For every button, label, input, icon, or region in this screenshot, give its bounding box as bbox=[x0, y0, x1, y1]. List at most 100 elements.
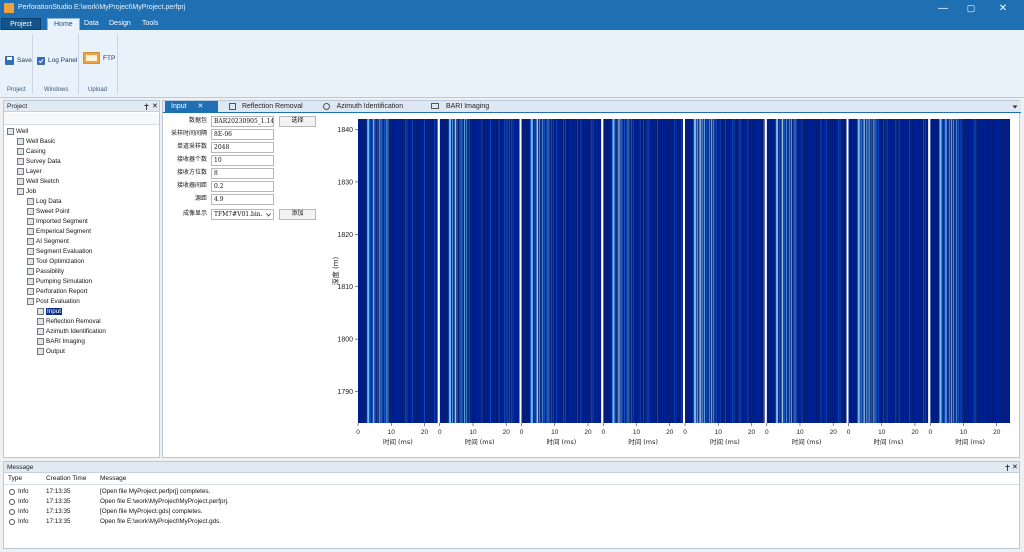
tree-item-output[interactable]: Output bbox=[7, 347, 159, 357]
heatmap-streak bbox=[371, 119, 373, 423]
tab-azimuth-identification[interactable]: Azimuth Identification bbox=[317, 101, 409, 113]
tree-item-sweet-point[interactable]: Sweet Point bbox=[7, 207, 159, 217]
close-button[interactable]: ✕ bbox=[990, 2, 1016, 15]
tree-item-ai-segment[interactable]: AI Segment bbox=[7, 237, 159, 247]
heatmap-streak bbox=[663, 119, 665, 423]
source-distance-input[interactable]: 4.9 bbox=[211, 194, 274, 205]
heatmap-streak bbox=[997, 119, 999, 423]
heatmap-ridge bbox=[612, 119, 615, 423]
heatmap-streak bbox=[650, 119, 652, 423]
message-message: Open file E:\work\MyProject\MyProject.pe… bbox=[100, 498, 229, 505]
heatmap-streak bbox=[375, 119, 377, 423]
x-axis-label: 时间 (ms) bbox=[465, 437, 495, 446]
heatmap-streak bbox=[484, 119, 486, 423]
tree-item-tool-optimization[interactable]: Tool Optimization bbox=[7, 257, 159, 267]
tree-item-bari-imaging[interactable]: BARI Imaging bbox=[7, 337, 159, 347]
heatmap-streak bbox=[617, 119, 619, 423]
tree-item-perforation-report[interactable]: Perforation Report bbox=[7, 287, 159, 297]
message-row[interactable]: Info 17:13:35 Open file E:\work\MyProject\… bbox=[6, 517, 1016, 527]
tab-input[interactable]: Input ✕ bbox=[165, 101, 218, 113]
x-tick-label: 0 bbox=[356, 429, 360, 436]
heatmap-ridge bbox=[699, 119, 702, 423]
log-panel-toggle[interactable]: Log Panel bbox=[37, 55, 77, 66]
tree-item-reflection-removal[interactable]: Reflection Removal bbox=[7, 317, 159, 327]
sample-interval-input[interactable]: 8E-06 bbox=[211, 129, 274, 140]
message-row[interactable]: Info 17:13:35 [Open file MyProject.gds] co… bbox=[6, 507, 1016, 517]
tree-item-emperical-segment[interactable]: Emperical Segment bbox=[7, 227, 159, 237]
message-row[interactable]: Info 17:13:35 [Open file MyProject.perfprj… bbox=[6, 487, 1016, 497]
ftp-button[interactable]: FTP bbox=[83, 52, 115, 65]
heatmap-streak bbox=[490, 119, 491, 423]
minimize-button[interactable]: — bbox=[930, 2, 956, 15]
heatmap-streak bbox=[533, 119, 535, 423]
imaging-display-select[interactable]: TFM7#V01.bin. bbox=[211, 209, 274, 220]
tree-item-well[interactable]: Well bbox=[7, 127, 159, 137]
tree-item-input[interactable]: Input bbox=[7, 307, 159, 317]
tree-item-casing[interactable]: Casing bbox=[7, 147, 159, 157]
heatmap-streak bbox=[545, 119, 547, 423]
menu-bar: Project Home Data Design Tools bbox=[0, 17, 1024, 30]
tab-input-close-icon[interactable]: ✕ bbox=[198, 103, 204, 110]
tree-item-segment-evaluation[interactable]: Segment Evaluation bbox=[7, 247, 159, 257]
azimuth-count-input[interactable]: 8 bbox=[211, 168, 274, 179]
heatmap-streak bbox=[423, 119, 425, 423]
data-package-input[interactable]: BAR20230905_1.14f bbox=[211, 116, 274, 127]
x-tick-label: 20 bbox=[993, 429, 1001, 436]
tree-item-post-evaluation[interactable]: Post Evaluation bbox=[7, 297, 159, 307]
select-button[interactable]: 选择 bbox=[279, 116, 316, 127]
project-panel-close-button[interactable]: ✕ bbox=[152, 101, 158, 112]
x-tick-label: 0 bbox=[601, 429, 605, 436]
heatmap-streak bbox=[975, 119, 977, 423]
tab-reflection-removal[interactable]: Reflection Removal bbox=[223, 101, 309, 113]
heatmap-streak bbox=[888, 119, 890, 423]
tree-item-well-basic[interactable]: Well Basic bbox=[7, 137, 159, 147]
tree-item-job[interactable]: Job bbox=[7, 187, 159, 197]
menu-data[interactable]: Data bbox=[78, 18, 105, 30]
heatmap-streak bbox=[554, 119, 556, 423]
tree-item-log-data[interactable]: Log Data bbox=[7, 197, 159, 207]
tree-item-well-sketch[interactable]: Well Sketch bbox=[7, 177, 159, 187]
tree-item-passibility[interactable]: Passibility bbox=[7, 267, 159, 277]
maximize-button[interactable]: ▢ bbox=[958, 2, 984, 15]
receiver-spacing-input[interactable]: 0.2 bbox=[211, 181, 274, 192]
heatmap-streak bbox=[411, 119, 413, 423]
heatmap-streak bbox=[756, 119, 758, 423]
tab-bari-imaging[interactable]: BARI Imaging bbox=[425, 101, 495, 113]
tree-item-azimuth-identification[interactable]: Azimuth Identification bbox=[7, 327, 159, 337]
heatmap-streak bbox=[944, 119, 946, 423]
menu-home[interactable]: Home bbox=[47, 18, 80, 30]
heatmap-streak bbox=[903, 119, 905, 423]
heatmap-streak bbox=[477, 119, 479, 423]
message-table-header: Type Creation Time Message bbox=[4, 474, 1019, 485]
samples-per-trace-input[interactable]: 2048 bbox=[211, 142, 274, 153]
save-button[interactable]: Save bbox=[5, 55, 32, 66]
tree-item-imported-segment[interactable]: Imported Segment bbox=[7, 217, 159, 227]
heatmap-streak bbox=[874, 119, 876, 423]
tree-item-pumping-simulation[interactable]: Pumping Simulation bbox=[7, 277, 159, 287]
tree-item-label: Well Basic bbox=[26, 138, 56, 145]
heatmap-streak bbox=[973, 119, 975, 423]
message-row[interactable]: Info 17:13:35 Open file E:\work\MyProject\… bbox=[6, 497, 1016, 507]
heatmap-ridge bbox=[618, 119, 620, 423]
add-button[interactable]: 添加 bbox=[279, 209, 316, 220]
chevron-down-icon[interactable] bbox=[1012, 105, 1018, 109]
heatmap-streak bbox=[869, 119, 871, 423]
heatmap-streak bbox=[964, 119, 966, 423]
heatmap-panel bbox=[766, 119, 847, 423]
heatmap-streak bbox=[697, 119, 699, 423]
pin-icon[interactable] bbox=[143, 103, 150, 110]
heatmap-streak bbox=[716, 119, 718, 423]
message-panel-close-button[interactable]: ✕ bbox=[1012, 462, 1018, 473]
tree-item-layer[interactable]: Layer bbox=[7, 167, 159, 177]
heatmap-streak bbox=[778, 119, 780, 423]
info-icon bbox=[9, 509, 15, 515]
menu-design[interactable]: Design bbox=[103, 18, 137, 30]
menu-tools[interactable]: Tools bbox=[136, 18, 164, 30]
heatmap-streak bbox=[505, 119, 507, 423]
receiver-count-input[interactable]: 10 bbox=[211, 155, 274, 166]
info-icon bbox=[9, 499, 15, 505]
pin-icon[interactable] bbox=[1004, 464, 1011, 471]
tree-item-survey-data[interactable]: Survey Data bbox=[7, 157, 159, 167]
menu-project[interactable]: Project bbox=[1, 18, 41, 30]
heatmap-streak bbox=[916, 119, 918, 423]
